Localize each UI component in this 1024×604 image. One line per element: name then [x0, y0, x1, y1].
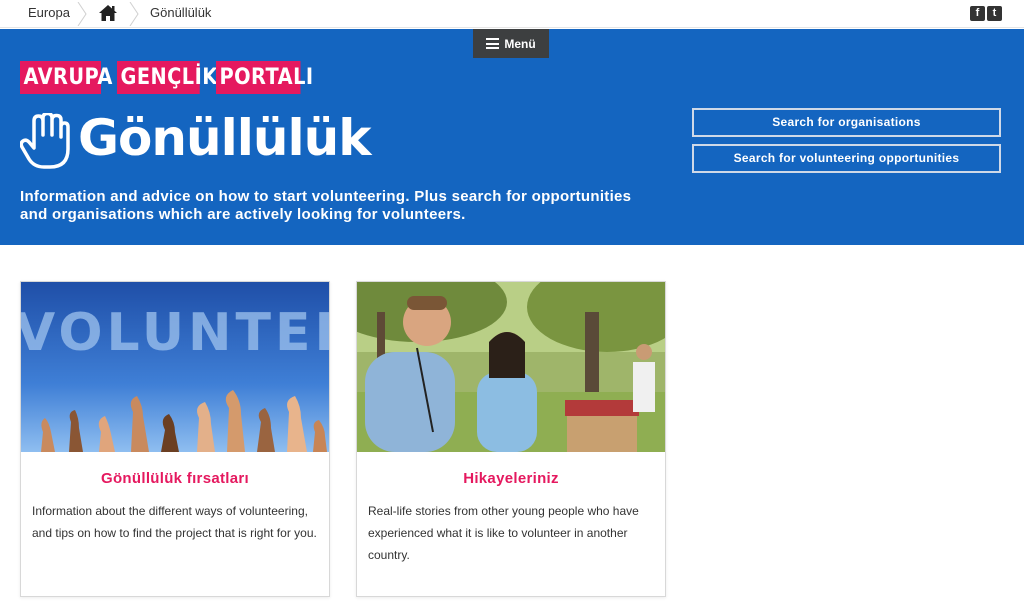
- card-title[interactable]: Gönüllülük fırsatları: [21, 470, 329, 487]
- portal-word: PORTALI: [216, 61, 313, 94]
- search-organisations-button[interactable]: Search for organisations: [692, 108, 1001, 137]
- page-title: Gönüllülük: [78, 109, 371, 167]
- hamburger-icon: [486, 38, 500, 49]
- chevron-right-icon: [128, 1, 140, 27]
- hero-banner: Menü AVRUPA GENÇLİK PORTALI Gönüllülük I…: [0, 29, 1024, 245]
- intro-text: Information and advice on how to start v…: [20, 188, 632, 223]
- card-title[interactable]: Hikayeleriniz: [357, 470, 665, 487]
- card-description: Real-life stories from other young peopl…: [368, 504, 639, 562]
- breadcrumb: Europa Gönüllülük f t: [0, 0, 1024, 28]
- breadcrumb-europa[interactable]: Europa: [28, 0, 70, 28]
- card-volunteering-opportunities[interactable]: VOLUNTEER Gönüllülük fırsatları Informat…: [20, 281, 330, 597]
- card-description: Information about the different ways of …: [32, 504, 317, 540]
- menu-button[interactable]: Menü: [473, 29, 549, 58]
- menu-label: Menü: [504, 36, 536, 51]
- facebook-icon[interactable]: f: [970, 6, 985, 21]
- volunteers-park-image: [357, 282, 665, 452]
- card-your-stories[interactable]: Hikayeleriniz Real-life stories from oth…: [356, 281, 666, 597]
- chevron-right-icon: [76, 1, 88, 27]
- portal-word: AVRUPA: [20, 61, 112, 94]
- volunteer-image-text: VOLUNTEER: [21, 303, 329, 363]
- search-opportunities-button[interactable]: Search for volunteering opportunities: [692, 144, 1001, 173]
- home-icon[interactable]: [98, 4, 118, 22]
- hand-icon: [19, 111, 70, 169]
- volunteer-hands-image: VOLUNTEER: [21, 282, 329, 452]
- portal-word: GENÇLİK: [117, 61, 217, 94]
- portal-logo[interactable]: AVRUPA GENÇLİK PORTALI: [20, 61, 313, 94]
- twitter-icon[interactable]: t: [987, 6, 1002, 21]
- breadcrumb-current: Gönüllülük: [150, 5, 212, 20]
